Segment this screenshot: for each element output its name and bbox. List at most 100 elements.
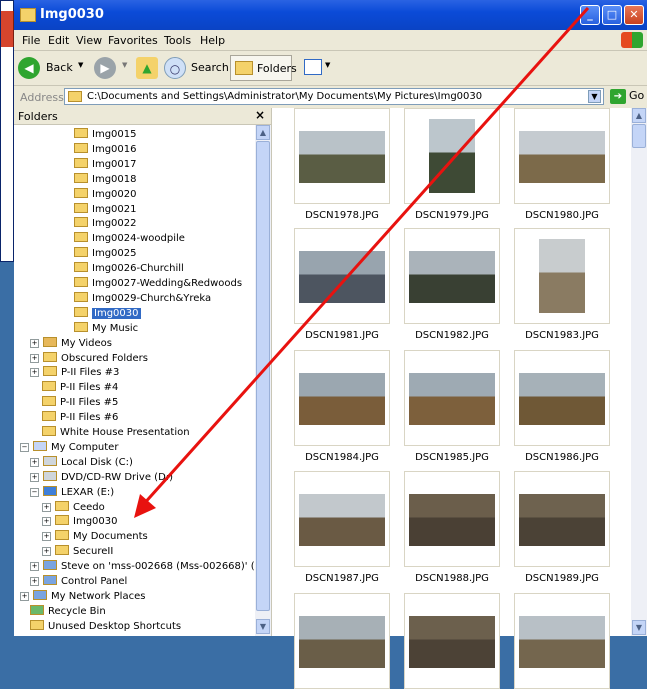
menu-favorites[interactable]: Favorites: [108, 34, 158, 47]
folders-button[interactable]: Folders: [230, 55, 297, 81]
tree-item[interactable]: + My Videos: [30, 336, 112, 351]
tree-item[interactable]: Img0026-Churchill: [74, 262, 184, 276]
back-button[interactable]: ◀ Back ▼: [18, 57, 88, 79]
file-thumbnail[interactable]: [294, 471, 390, 567]
file-name[interactable]: DSCN1989.JPG: [507, 573, 617, 584]
views-button[interactable]: ▼: [304, 57, 334, 79]
tree-item[interactable]: Img0015: [74, 128, 137, 142]
menu-help[interactable]: Help: [200, 34, 225, 47]
folders-scrollbar[interactable]: ▲ ▼: [255, 125, 271, 636]
file-name[interactable]: DSCN1979.JPG: [397, 210, 507, 221]
file-name[interactable]: DSCN1987.JPG: [287, 573, 397, 584]
tree-item[interactable]: P-II Files #6: [42, 411, 118, 425]
file-thumbnail[interactable]: [514, 471, 610, 567]
file-name[interactable]: DSCN1982.JPG: [397, 330, 507, 341]
address-input[interactable]: C:\Documents and Settings\Administrator\…: [64, 88, 604, 105]
expand-icon[interactable]: +: [30, 577, 39, 586]
file-thumbnail[interactable]: [404, 471, 500, 567]
file-name[interactable]: DSCN1981.JPG: [287, 330, 397, 341]
file-name[interactable]: DSCN1984.JPG: [287, 452, 397, 463]
chevron-down-icon[interactable]: ▼: [588, 90, 601, 103]
tree-item[interactable]: + P-II Files #3: [30, 366, 119, 380]
tree-item[interactable]: − My Computer: [20, 440, 118, 455]
tree-item[interactable]: + Ceedo: [42, 500, 105, 515]
tree-item[interactable]: + Steve on 'mss-002668 (Mss-002668)' (Z:): [30, 560, 254, 574]
file-name[interactable]: DSCN1980.JPG: [507, 210, 617, 221]
forward-button[interactable]: ▶ ▼: [94, 57, 134, 79]
title-bar[interactable]: Img0030 _ □ ✕: [14, 0, 647, 30]
up-folder-button[interactable]: ▲: [136, 57, 158, 79]
file-thumbnail[interactable]: [404, 593, 500, 689]
tree-item[interactable]: Img0025: [74, 247, 137, 261]
file-name[interactable]: DSCN1985.JPG: [397, 452, 507, 463]
scroll-down-icon[interactable]: ▼: [632, 620, 646, 635]
expand-icon[interactable]: +: [30, 562, 39, 572]
tree-item[interactable]: + Control Panel: [30, 575, 127, 589]
file-thumbnail[interactable]: [404, 350, 500, 446]
tree-item[interactable]: P-II Files #4: [42, 381, 118, 395]
collapse-icon[interactable]: −: [20, 442, 29, 452]
file-thumbnail[interactable]: [514, 593, 610, 689]
content-scrollbar[interactable]: ▲ ▼: [631, 108, 647, 636]
tree-item[interactable]: Img0020: [74, 187, 137, 202]
file-name[interactable]: DSCN1983.JPG: [507, 330, 617, 341]
file-thumbnail[interactable]: [404, 108, 500, 204]
folders-pane-close-icon[interactable]: ×: [255, 108, 265, 122]
expand-icon[interactable]: +: [30, 472, 39, 482]
tree-item[interactable]: + My Network Places: [20, 589, 145, 604]
menu-edit[interactable]: Edit: [48, 34, 69, 47]
expand-icon[interactable]: +: [30, 457, 39, 467]
scroll-thumb[interactable]: [632, 124, 646, 148]
menu-view[interactable]: View: [76, 34, 102, 47]
menu-tools[interactable]: Tools: [164, 34, 191, 47]
tree-item[interactable]: Img0024-woodpile: [74, 232, 185, 246]
tree-item[interactable]: + My Documents: [42, 530, 148, 544]
chevron-down-icon[interactable]: ▼: [78, 61, 83, 69]
tree-item[interactable]: + Local Disk (C:): [30, 455, 133, 470]
menu-file[interactable]: File: [22, 34, 40, 47]
expand-icon[interactable]: +: [20, 591, 29, 601]
tree-item[interactable]: Img0027-Wedding&Redwoods: [74, 277, 242, 291]
tree-item[interactable]: − LEXAR (E:): [30, 485, 114, 500]
tree-item[interactable]: My Music: [74, 321, 138, 336]
file-name[interactable]: DSCN1988.JPG: [397, 573, 507, 584]
expand-icon[interactable]: +: [42, 532, 51, 542]
expand-icon[interactable]: +: [42, 502, 51, 512]
file-thumbnail[interactable]: [294, 228, 390, 324]
tree-item[interactable]: Unused Desktop Shortcuts: [30, 619, 181, 634]
tree-item[interactable]: Img0022: [74, 217, 137, 231]
file-thumbnail[interactable]: [514, 350, 610, 446]
scroll-up-icon[interactable]: ▲: [632, 108, 646, 123]
chevron-down-icon[interactable]: ▼: [325, 61, 330, 69]
go-button[interactable]: ➔ Go: [610, 89, 644, 104]
maximize-button[interactable]: □: [602, 5, 622, 25]
file-thumbnail[interactable]: [514, 228, 610, 324]
expand-icon[interactable]: +: [42, 517, 51, 527]
scroll-down-icon[interactable]: ▼: [256, 619, 270, 634]
close-button[interactable]: ✕: [624, 5, 644, 25]
tree-item[interactable]: Img0030: [74, 306, 141, 321]
file-name[interactable]: DSCN1978.JPG: [287, 210, 397, 221]
expand-icon[interactable]: +: [42, 547, 51, 557]
tree-item[interactable]: + Img0030: [42, 515, 118, 529]
tree-item[interactable]: Img0017: [74, 157, 137, 172]
file-thumbnail[interactable]: [294, 350, 390, 446]
tree-item[interactable]: Img0021: [74, 202, 137, 217]
expand-icon[interactable]: +: [30, 338, 39, 348]
tree-item[interactable]: White House Presentation: [42, 426, 190, 440]
scroll-up-icon[interactable]: ▲: [256, 125, 270, 140]
expand-icon[interactable]: +: [30, 353, 39, 363]
file-thumbnail[interactable]: [514, 108, 610, 204]
tree-item[interactable]: P-II Files #5: [42, 396, 118, 410]
scroll-thumb[interactable]: [256, 141, 270, 611]
tree-item[interactable]: Img0029-Church&Yreka: [74, 291, 211, 306]
tree-item[interactable]: Img0016: [74, 142, 137, 157]
chevron-down-icon[interactable]: ▼: [122, 61, 127, 69]
search-button[interactable]: ○ Search: [164, 57, 229, 79]
file-thumbnail[interactable]: [294, 593, 390, 689]
tree-item[interactable]: + DVD/CD-RW Drive (D:): [30, 470, 173, 485]
tree-item[interactable]: Recycle Bin: [30, 604, 106, 619]
tree-item[interactable]: Img0018: [74, 172, 137, 187]
minimize-button[interactable]: _: [580, 5, 600, 25]
file-thumbnail[interactable]: [294, 108, 390, 204]
